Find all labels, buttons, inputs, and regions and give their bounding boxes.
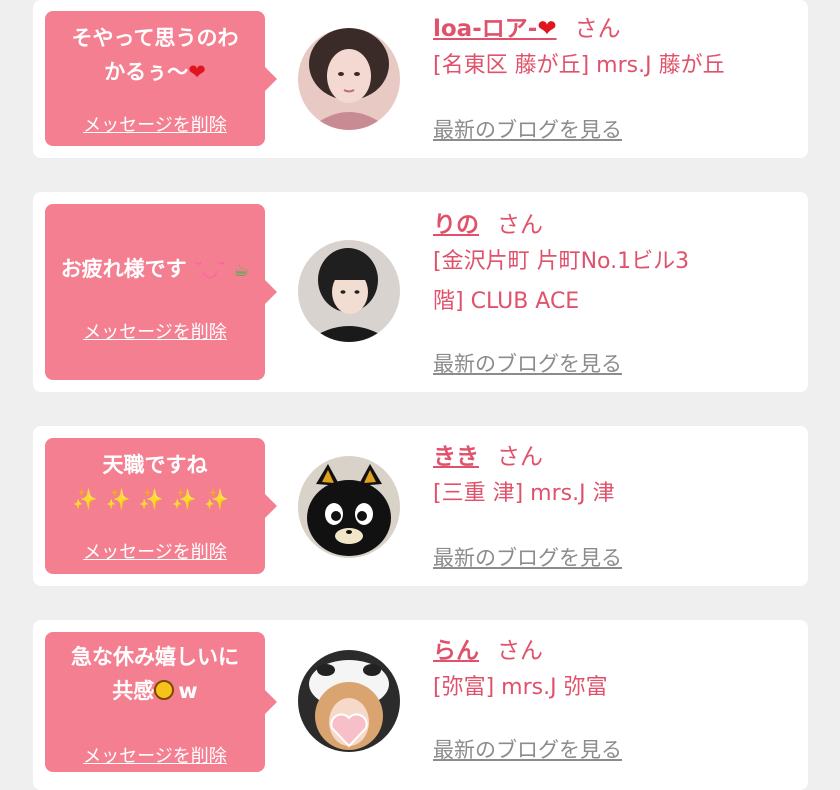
sender-info: らん さん [弥富] mrs.J 弥富: [433, 634, 793, 708]
laughing-emoji-icon: [154, 680, 175, 700]
sender-name-link[interactable]: loa-ロア-❤: [433, 16, 557, 42]
message-bubble: 天職ですね ✨✨✨✨✨ メッセージを削除: [45, 438, 277, 574]
shop-info: [三重 津] mrs.J 津: [433, 481, 615, 506]
latest-blog-link[interactable]: 最新のブログを見る: [433, 114, 622, 144]
delete-message-link[interactable]: メッセージを削除: [45, 318, 265, 344]
delete-message-link[interactable]: メッセージを削除: [45, 742, 265, 768]
honorific: さん: [497, 444, 543, 470]
shop-info: [名東区 藤が丘] mrs.J 藤が丘: [433, 53, 725, 78]
woman-photo-icon: [298, 650, 400, 752]
message-card: お疲れ様です ˘◡˘ ☕ メッセージを削除 りの さん [金沢片町 片町No.1ビ…: [33, 192, 808, 392]
avatar[interactable]: [298, 28, 400, 130]
avatar[interactable]: [298, 456, 400, 558]
message-card: 急な休み嬉しいに 共感 w メッセージを削除 らん さん [弥富] mrs.J 弥富…: [33, 620, 808, 790]
message-text: 天職ですね ✨✨✨✨✨: [45, 438, 265, 516]
sparkles-icon: ✨✨✨✨✨: [72, 487, 238, 511]
woman-photo-icon: [298, 240, 400, 342]
avatar[interactable]: [298, 650, 400, 752]
delete-message-link[interactable]: メッセージを削除: [45, 111, 265, 137]
message-bubble: そやって思うのわ かるぅ〜❤ メッセージを削除: [45, 11, 277, 146]
message-text: 急な休み嬉しいに 共感 w: [71, 645, 239, 703]
delete-message-link[interactable]: メッセージを削除: [45, 538, 265, 564]
honorific: さん: [574, 16, 621, 42]
sender-name-link[interactable]: らん: [433, 638, 479, 664]
message-text: お疲れ様です ˘◡˘ ☕: [60, 257, 250, 281]
heart-icon: ❤: [537, 16, 557, 42]
smile-emoji-icon: ˘◡˘: [194, 260, 226, 281]
shop-info: [弥富] mrs.J 弥富: [433, 675, 608, 700]
message-bubble: 急な休み嬉しいに 共感 w メッセージを削除: [45, 632, 277, 772]
sender-name-link[interactable]: きき: [433, 444, 479, 470]
sender-info: loa-ロア-❤ さん [名東区 藤が丘] mrs.J 藤が丘: [433, 12, 793, 86]
latest-blog-link[interactable]: 最新のブログを見る: [433, 734, 622, 764]
cup-icon: ☕: [233, 260, 250, 281]
honorific: さん: [497, 212, 543, 238]
message-card: そやって思うのわ かるぅ〜❤ メッセージを削除 loa-ロア-❤ さん [名東区 …: [33, 0, 808, 158]
message-text: そやって思うのわ かるぅ〜❤: [71, 26, 239, 84]
sender-name-link[interactable]: りの: [433, 212, 479, 238]
shop-info: [金沢片町 片町No.1ビル3 階] CLUB ACE: [433, 249, 690, 314]
latest-blog-link[interactable]: 最新のブログを見る: [433, 348, 622, 378]
black-cat-icon: [298, 456, 400, 558]
honorific: さん: [497, 638, 543, 664]
heart-icon: ❤: [188, 60, 206, 84]
latest-blog-link[interactable]: 最新のブログを見る: [433, 542, 622, 572]
sender-info: きき さん [三重 津] mrs.J 津: [433, 440, 793, 514]
woman-photo-icon: [298, 28, 400, 130]
message-card: 天職ですね ✨✨✨✨✨ メッセージを削除 きき さん [三重 津] mrs.J 津…: [33, 426, 808, 586]
message-bubble: お疲れ様です ˘◡˘ ☕ メッセージを削除: [45, 204, 277, 380]
avatar[interactable]: [298, 240, 400, 342]
sender-info: りの さん [金沢片町 片町No.1ビル3 階] CLUB ACE: [433, 208, 793, 322]
